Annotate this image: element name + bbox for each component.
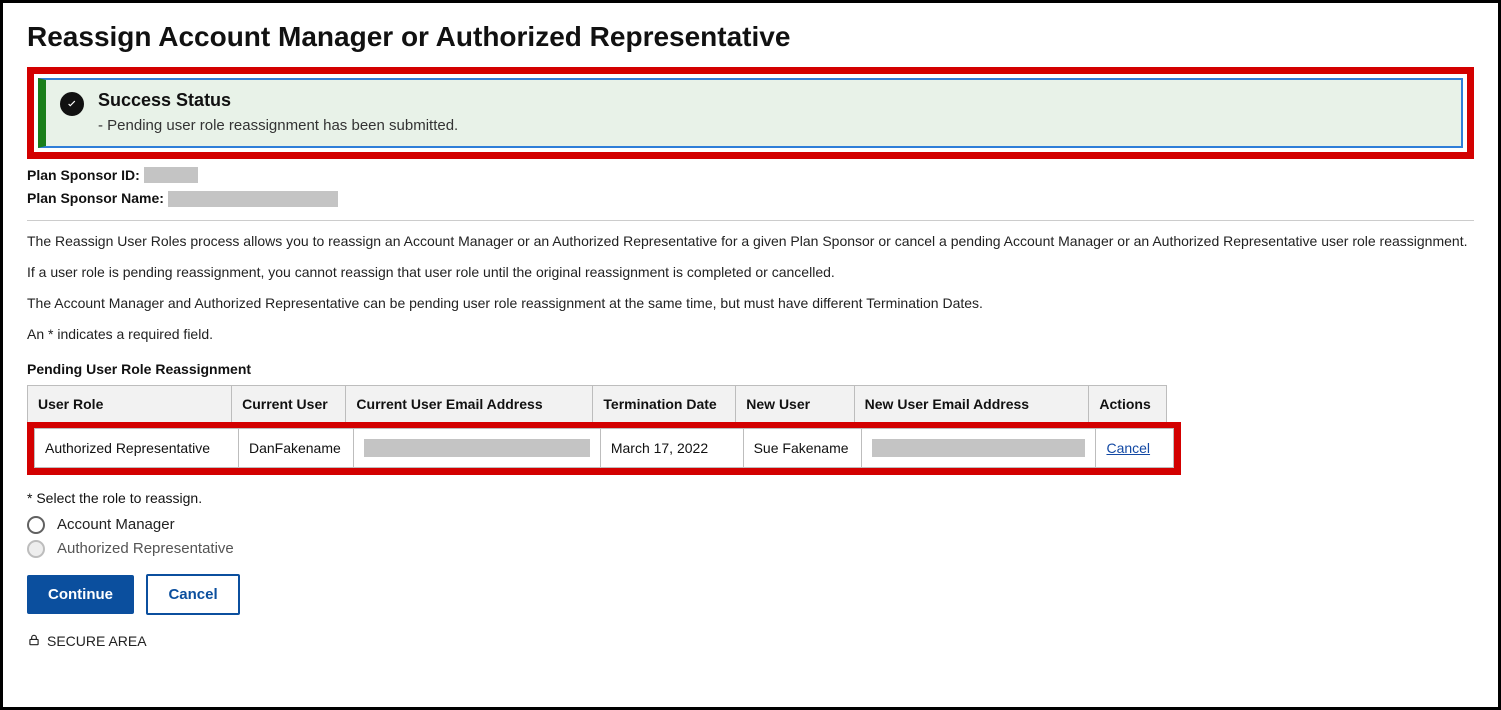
plan-sponsor-name-label: Plan Sponsor Name: (27, 190, 164, 206)
success-body: Success Status Pending user role reassig… (98, 90, 458, 134)
pending-reassignment-table-body: Authorized Representative DanFakename Ma… (34, 428, 1174, 468)
lock-icon (27, 633, 41, 650)
role-option-label: Account Manager (57, 516, 175, 533)
pending-reassignment-table: User Role Current User Current User Emai… (27, 385, 1167, 423)
secure-area-label: SECURE AREA (47, 633, 147, 649)
page-frame: Reassign Account Manager or Authorized R… (0, 0, 1501, 710)
col-header-role: User Role (28, 385, 232, 422)
col-header-actions: Actions (1089, 385, 1167, 422)
intro-paragraph-3: The Account Manager and Authorized Repre… (27, 293, 1474, 314)
role-option-account-manager[interactable]: Account Manager (27, 516, 1474, 534)
col-header-termination-date: Termination Date (593, 385, 736, 422)
success-alert: Success Status Pending user role reassig… (38, 78, 1463, 148)
cell-termination-date: March 17, 2022 (600, 428, 743, 467)
cell-role: Authorized Representative (35, 428, 239, 467)
page-title: Reassign Account Manager or Authorized R… (27, 21, 1474, 53)
pending-row-highlight-box: Authorized Representative DanFakename Ma… (27, 422, 1181, 475)
radio-icon[interactable] (27, 516, 45, 534)
secure-area-footer: SECURE AREA (27, 633, 1474, 650)
current-email-redacted (364, 439, 590, 457)
intro-paragraph-1: The Reassign User Roles process allows y… (27, 231, 1474, 252)
role-option-authorized-representative: Authorized Representative (27, 540, 1474, 558)
role-select-prompt: * Select the role to reassign. (27, 490, 1474, 506)
col-header-current-user: Current User (232, 385, 346, 422)
pending-section-label: Pending User Role Reassignment (27, 361, 1474, 377)
col-header-current-email: Current User Email Address (346, 385, 593, 422)
success-message: Pending user role reassignment has been … (98, 117, 458, 134)
success-highlight-box: Success Status Pending user role reassig… (27, 67, 1474, 159)
required-field-note: An * indicates a required field. (27, 324, 1474, 345)
intro-paragraph-2: If a user role is pending reassignment, … (27, 262, 1474, 283)
check-circle-icon (60, 92, 84, 116)
plan-sponsor-name-value-redacted (168, 191, 338, 207)
cell-actions: Cancel (1096, 428, 1174, 467)
cell-new-email (861, 428, 1096, 467)
cell-current-email (354, 428, 601, 467)
role-option-label: Authorized Representative (57, 540, 234, 557)
cancel-reassignment-link[interactable]: Cancel (1106, 440, 1150, 456)
radio-icon-disabled (27, 540, 45, 558)
plan-sponsor-id-line: Plan Sponsor ID: (27, 167, 1474, 184)
button-row: Continue Cancel (27, 574, 1474, 615)
cell-new-user: Sue Fakename (743, 428, 861, 467)
continue-button[interactable]: Continue (27, 575, 134, 614)
success-title: Success Status (98, 90, 458, 111)
table-header-row: User Role Current User Current User Emai… (28, 385, 1167, 422)
col-header-new-user: New User (736, 385, 854, 422)
plan-sponsor-name-line: Plan Sponsor Name: (27, 190, 1474, 207)
plan-sponsor-id-value-redacted (144, 167, 198, 183)
col-header-new-email: New User Email Address (854, 385, 1089, 422)
divider (27, 220, 1474, 221)
cancel-button[interactable]: Cancel (146, 574, 239, 615)
plan-sponsor-id-label: Plan Sponsor ID: (27, 167, 140, 183)
cell-current-user: DanFakename (238, 428, 353, 467)
new-email-redacted (872, 439, 1086, 457)
table-row: Authorized Representative DanFakename Ma… (35, 428, 1174, 467)
